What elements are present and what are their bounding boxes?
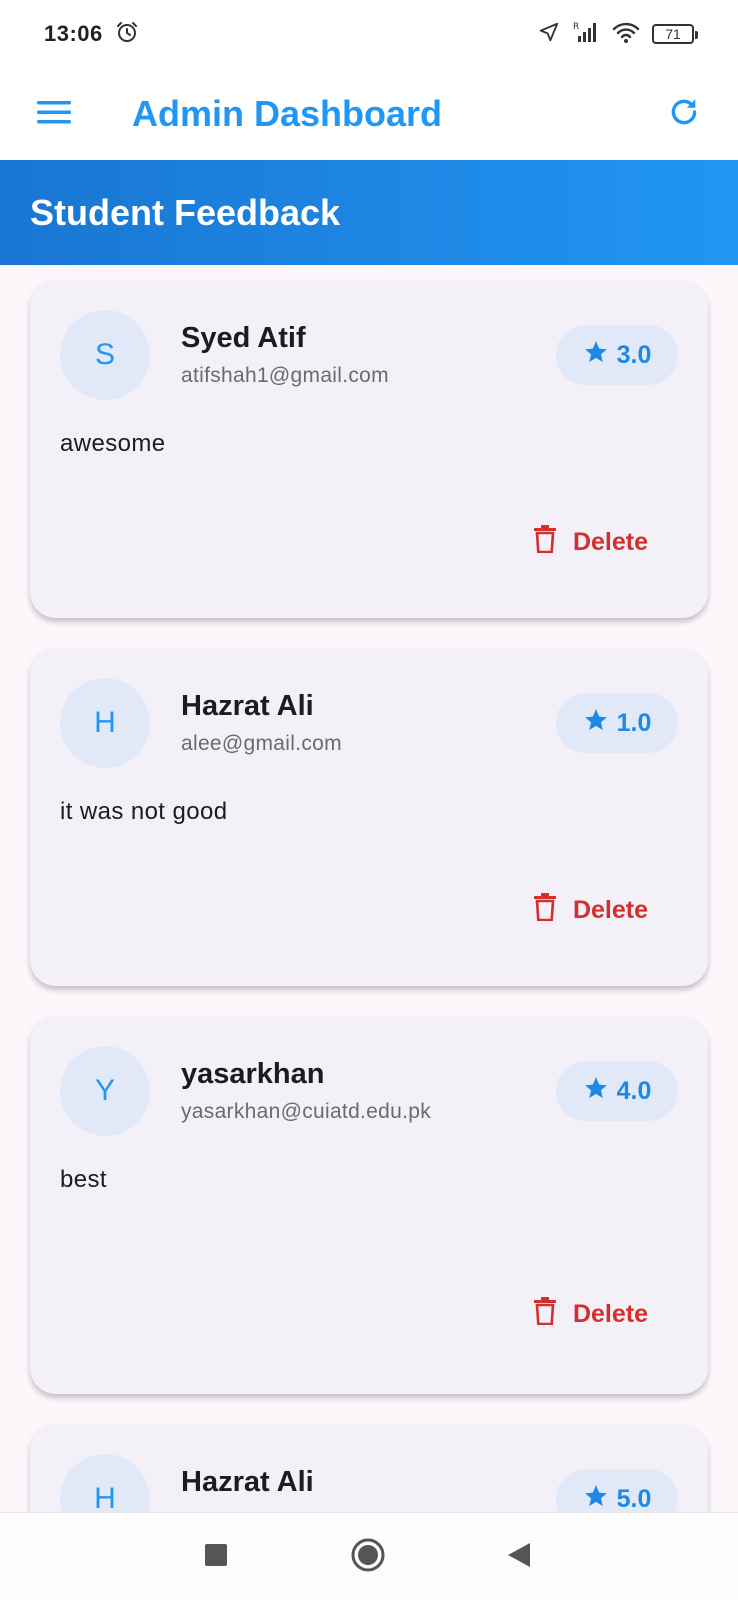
- delete-button[interactable]: Delete: [533, 1297, 648, 1332]
- rating-value: 4.0: [616, 1076, 652, 1105]
- rating-value: 3.0: [616, 340, 652, 369]
- avatar: H: [60, 678, 150, 768]
- rating-value: 1.0: [616, 708, 652, 737]
- section-title: Student Feedback: [30, 191, 341, 233]
- student-name: yasarkhan: [181, 1058, 325, 1090]
- delete-label: Delete: [572, 1300, 648, 1328]
- alarm-icon: [115, 20, 139, 49]
- app-title: Admin Dashboard: [132, 93, 443, 134]
- svg-text:R: R: [573, 22, 579, 32]
- delete-label: Delete: [572, 528, 648, 556]
- feedback-card: Y yasarkhan yasarkhan@cuiatd.edu.pk 4.0 …: [30, 1016, 708, 1394]
- feedback-card: H Hazrat Ali 5.0: [30, 1424, 708, 1512]
- status-left: 13:06: [44, 20, 139, 49]
- wifi-icon: [612, 20, 640, 49]
- menu-button[interactable]: [32, 92, 76, 136]
- recents-button[interactable]: [194, 1535, 238, 1579]
- star-icon: [583, 339, 609, 372]
- screen: 13:06 R 71 Admin Dashboard Student Feedb…: [0, 0, 738, 1600]
- back-button[interactable]: [497, 1535, 541, 1579]
- star-icon: [583, 1075, 609, 1108]
- section-header: Student Feedback: [0, 160, 738, 265]
- refresh-icon: [667, 95, 701, 134]
- delete-label: Delete: [572, 896, 648, 924]
- student-name: Syed Atif: [181, 322, 306, 354]
- rating-chip: 4.0: [556, 1061, 678, 1121]
- delete-button[interactable]: Delete: [533, 525, 648, 560]
- student-email: atifshah1@gmail.com: [181, 364, 389, 387]
- battery-icon: 71: [652, 24, 698, 44]
- student-name: Hazrat Ali: [181, 690, 314, 722]
- back-icon: [506, 1541, 532, 1574]
- signal-icon: R: [572, 20, 600, 49]
- feedback-message: awesome: [60, 430, 166, 457]
- app-bar: Admin Dashboard: [0, 68, 738, 160]
- trash-icon: [533, 893, 557, 928]
- student-email: alee@gmail.com: [181, 732, 342, 755]
- student-email: yasarkhan@cuiatd.edu.pk: [181, 1100, 432, 1123]
- feedback-card: H Hazrat Ali alee@gmail.com 1.0 it was n…: [30, 648, 708, 986]
- recents-icon: [204, 1543, 228, 1572]
- menu-icon: [36, 98, 72, 131]
- system-nav-bar: [0, 1512, 738, 1600]
- location-arrow-icon: [538, 21, 560, 48]
- star-icon: [583, 707, 609, 740]
- status-bar: 13:06 R 71: [0, 0, 738, 68]
- avatar: H: [60, 1454, 150, 1512]
- feedback-card: S Syed Atif atifshah1@gmail.com 3.0 awes…: [30, 280, 708, 618]
- delete-button[interactable]: Delete: [533, 893, 648, 928]
- feedback-message: it was not good: [60, 798, 228, 825]
- home-button[interactable]: [346, 1535, 390, 1579]
- feedback-list[interactable]: S Syed Atif atifshah1@gmail.com 3.0 awes…: [0, 265, 738, 1512]
- refresh-button[interactable]: [662, 92, 706, 136]
- status-right: R 71: [538, 20, 698, 49]
- rating-chip: 1.0: [556, 693, 678, 753]
- star-icon: [583, 1483, 609, 1513]
- rating-value: 5.0: [616, 1484, 652, 1513]
- feedback-message: best: [60, 1166, 107, 1193]
- rating-chip: 3.0: [556, 325, 678, 385]
- avatar: S: [60, 310, 150, 400]
- home-icon: [350, 1537, 386, 1578]
- trash-icon: [533, 1297, 557, 1332]
- status-time: 13:06: [44, 21, 103, 46]
- rating-chip: 5.0: [556, 1469, 678, 1512]
- avatar: Y: [60, 1046, 150, 1136]
- trash-icon: [533, 525, 557, 560]
- student-name: Hazrat Ali: [181, 1466, 314, 1498]
